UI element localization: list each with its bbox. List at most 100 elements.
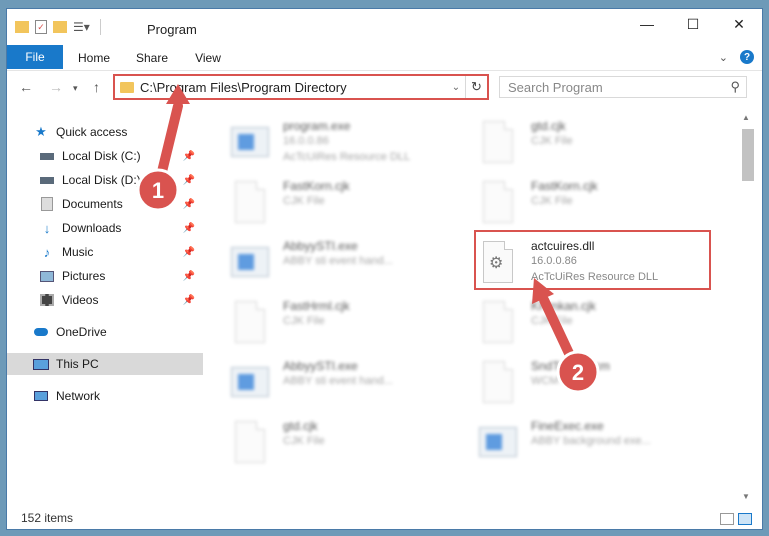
address-bar[interactable]: C:\Program Files\Program Directory ⌄ ↻: [113, 74, 489, 100]
help-icon[interactable]: ?: [740, 50, 754, 64]
computer-icon: [33, 357, 49, 371]
title-bar: ✓ ☰▾ Program — ☐ ✕: [7, 9, 762, 41]
file-item[interactable]: FineExec.exe ABBY background exe...: [471, 415, 711, 471]
file-name: AbbyySTI.exe: [283, 239, 358, 253]
minimize-button[interactable]: —: [624, 9, 670, 39]
ribbon-right: ⌄ ?: [719, 50, 754, 64]
properties-icon[interactable]: ✓: [35, 20, 47, 34]
file-item[interactable]: program.exe 16.0.0.86 AcTcUiRes Resource…: [223, 115, 463, 171]
file-item[interactable]: FastKorn.cjk CJK File: [223, 175, 463, 231]
item-count: 152 items: [21, 511, 74, 525]
tiles-view-icon[interactable]: [738, 513, 752, 525]
network-icon: [33, 389, 49, 403]
forward-icon[interactable]: →: [49, 79, 63, 95]
file-item[interactable]: KHrnkan.cjk CJK File: [471, 295, 711, 351]
expand-ribbon-icon[interactable]: ⌄: [719, 51, 728, 64]
address-dropdown-icon[interactable]: ⌄: [447, 82, 465, 93]
file-item[interactable]: AbbyySTI.exe ABBY sti event hand...: [223, 235, 463, 291]
file-name: gtd.cjk: [531, 119, 566, 133]
address-path[interactable]: C:\Program Files\Program Directory: [140, 80, 447, 95]
sidebar-item-label: OneDrive: [56, 325, 107, 339]
folder-icon: [120, 81, 134, 93]
search-input[interactable]: Search Program ⚲: [499, 76, 747, 98]
view-toggle: [720, 513, 752, 525]
ribbon-tabs: File Home Share View ⌄ ?: [7, 41, 762, 71]
scroll-up-icon[interactable]: ▲: [742, 113, 750, 122]
status-bar: 152 items: [7, 507, 762, 529]
file-name: KHrnkan.cjk: [531, 299, 596, 313]
pin-icon[interactable]: 📌: [183, 247, 195, 258]
sidebar-item-documents[interactable]: Documents 📌: [7, 193, 203, 215]
pin-icon[interactable]: 📌: [183, 151, 195, 162]
file-item[interactable]: AbbyySTI.exe ABBY sti event hand...: [223, 355, 463, 411]
file-detail: CJK File: [531, 135, 573, 147]
refresh-icon[interactable]: ↻: [465, 76, 487, 98]
document-icon: [479, 299, 513, 345]
drive-icon: [39, 173, 55, 187]
file-detail: CJK File: [531, 315, 573, 327]
window-controls: — ☐ ✕: [624, 9, 762, 39]
file-detail: WCM File: [531, 375, 580, 387]
quick-access-toolbar: ✓ ☰▾: [15, 19, 105, 35]
tab-view[interactable]: View: [189, 47, 227, 69]
file-item[interactable]: FastHrml.cjk CJK File: [223, 295, 463, 351]
file-detail: 16.0.0.86: [283, 135, 329, 147]
details-view-icon[interactable]: [720, 513, 734, 525]
tab-home[interactable]: Home: [73, 47, 115, 69]
tab-share[interactable]: Share: [131, 47, 173, 69]
file-item[interactable]: SndTrack.wcm WCM File: [471, 355, 711, 411]
file-item[interactable]: gtd.cjk CJK File: [471, 115, 711, 171]
file-item[interactable]: FastKorn.cjk CJK File: [471, 175, 711, 231]
pin-icon[interactable]: 📌: [183, 175, 195, 186]
sidebar-item-local-disk-d[interactable]: Local Disk (D:) 📌: [7, 169, 203, 191]
vertical-scrollbar[interactable]: ▲ ▼: [740, 109, 754, 509]
view-menu-icon[interactable]: ☰▾: [73, 20, 90, 34]
star-icon: ★: [35, 124, 47, 139]
videos-icon: [39, 293, 55, 307]
sidebar-item-videos[interactable]: Videos 📌: [7, 289, 203, 311]
tab-file[interactable]: File: [7, 45, 63, 69]
pin-icon[interactable]: 📌: [183, 199, 195, 210]
sidebar-item-label: Music: [62, 245, 94, 259]
navigation-pane: ★ Quick access Local Disk (C:) 📌 Local D…: [7, 105, 203, 505]
file-detail: ABBY sti event hand...: [283, 255, 393, 267]
sidebar-item-label: Videos: [62, 293, 99, 307]
file-detail: CJK File: [283, 315, 325, 327]
scroll-down-icon[interactable]: ▼: [742, 492, 750, 501]
program-icon: [231, 359, 269, 405]
sidebar-item-quick-access[interactable]: ★ Quick access: [7, 121, 203, 143]
sidebar-item-onedrive[interactable]: OneDrive: [7, 321, 203, 343]
music-icon: ♪: [43, 244, 51, 260]
file-detail: AcTcUiRes Resource DLL: [283, 151, 411, 163]
back-icon[interactable]: ←: [19, 79, 33, 95]
recent-locations-icon[interactable]: ▾: [73, 83, 78, 94]
sidebar-item-music[interactable]: ♪ Music 📌: [7, 241, 203, 263]
sidebar-item-label: Documents: [62, 197, 123, 211]
sidebar-item-label: Pictures: [62, 269, 106, 283]
file-detail: ABBY background exe...: [531, 435, 651, 447]
document-icon: [231, 299, 265, 345]
document-icon: [231, 419, 265, 465]
sidebar-item-pictures[interactable]: Pictures 📌: [7, 265, 203, 287]
sidebar-item-local-disk-c[interactable]: Local Disk (C:) 📌: [7, 145, 203, 167]
file-detail: ABBY sti event hand...: [283, 375, 393, 387]
new-folder-icon[interactable]: [53, 21, 67, 33]
pin-icon[interactable]: 📌: [183, 271, 195, 282]
pin-icon[interactable]: 📌: [183, 295, 195, 306]
file-name: FastKorn.cjk: [283, 179, 350, 193]
search-placeholder: Search Program: [508, 79, 603, 95]
window-title: Program: [147, 22, 197, 37]
maximize-button[interactable]: ☐: [670, 9, 716, 39]
scroll-thumb[interactable]: [742, 129, 754, 181]
pin-icon[interactable]: 📌: [183, 223, 195, 234]
sidebar-item-downloads[interactable]: ↓ Downloads 📌: [7, 217, 203, 239]
up-icon[interactable]: ↑: [93, 79, 100, 95]
sidebar-item-this-pc[interactable]: This PC: [7, 353, 203, 375]
search-icon[interactable]: ⚲: [730, 79, 740, 95]
close-button[interactable]: ✕: [716, 9, 762, 39]
pictures-icon: [39, 269, 55, 283]
documents-icon: [39, 197, 55, 211]
sidebar-item-network[interactable]: Network: [7, 385, 203, 407]
folder-icon[interactable]: [15, 21, 29, 33]
file-item[interactable]: gtd.cjk CJK File: [223, 415, 463, 471]
